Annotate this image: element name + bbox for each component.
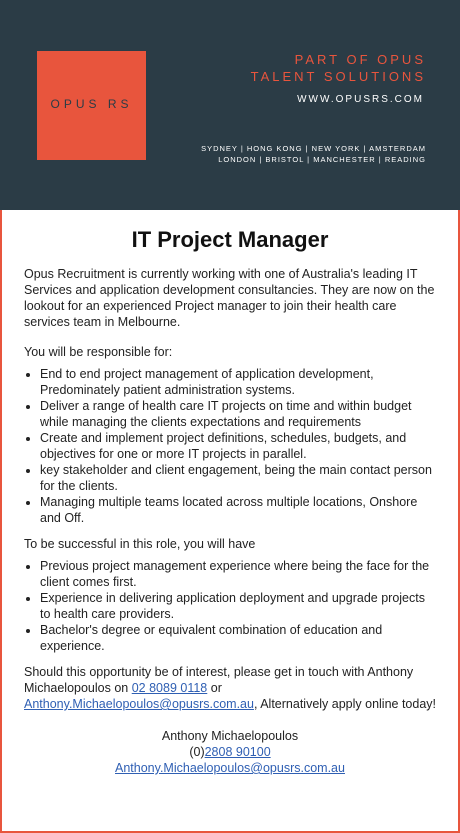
list-item: Create and implement project definitions… — [40, 430, 436, 462]
phone-prefix: (0) — [189, 745, 205, 759]
tagline-line-2: TALENT SOLUTIONS — [250, 69, 426, 84]
job-title: IT Project Manager — [131, 227, 329, 252]
header-banner: OPUS RS PART OF OPUS TALENT SOLUTIONS WW… — [0, 0, 460, 210]
logo-text: OPUS RS — [50, 97, 133, 111]
contact-email-link[interactable]: Anthony.Michaelopoulos@opusrs.com.au — [115, 761, 345, 775]
intro-paragraph: Opus Recruitment is currently working wi… — [24, 267, 435, 329]
tagline: PART OF OPUS TALENT SOLUTIONS — [251, 51, 426, 85]
tagline-line-1: PART OF OPUS — [294, 52, 426, 67]
job-description: IT Project Manager Opus Recruitment is c… — [24, 226, 436, 776]
locations-line-2: LONDON | BRISTOL | MANCHESTER | READING — [218, 155, 426, 164]
responsible-heading: You will be responsible for: — [24, 345, 173, 359]
list-item: Managing multiple teams located across m… — [40, 494, 436, 526]
opus-rs-logo: OPUS RS — [37, 51, 146, 160]
list-item: End to end project management of applica… — [40, 366, 436, 398]
contact-block: Anthony Michaelopoulos (0)2808 90100 Ant… — [24, 728, 436, 776]
closing-tail: , Alternatively apply online today! — [253, 697, 437, 711]
website-text: WWW.OPUSRS.COM — [297, 94, 424, 105]
responsibilities-list: End to end project management of applica… — [24, 366, 436, 526]
list-item: Experience in delivering application dep… — [40, 590, 436, 622]
closing-paragraph: Should this opportunity be of interest, … — [24, 664, 436, 712]
list-item: Previous project management experience w… — [40, 558, 436, 590]
email-link[interactable]: Anthony.Michaelopoulos@opusrs.com.au — [24, 697, 254, 711]
contact-phone: (0)2808 90100 — [24, 744, 436, 760]
locations-line-1: SYDNEY | HONG KONG | NEW YORK | AMSTERDA… — [201, 144, 426, 153]
requirements-list: Previous project management experience w… — [24, 558, 436, 654]
office-locations: SYDNEY | HONG KONG | NEW YORK | AMSTERDA… — [201, 143, 426, 165]
contact-name: Anthony Michaelopoulos — [161, 729, 299, 743]
list-item: Deliver a range of health care IT projec… — [40, 398, 436, 430]
list-item: Bachelor's degree or equivalent combinat… — [40, 622, 436, 654]
phone-link[interactable]: 02 8089 0118 — [132, 681, 208, 695]
contact-phone-link[interactable]: 2808 90100 — [205, 745, 271, 759]
success-heading: To be successful in this role, you will … — [24, 537, 256, 551]
closing-or: or — [207, 681, 222, 695]
list-item: key stakeholder and client engagement, b… — [40, 462, 436, 494]
